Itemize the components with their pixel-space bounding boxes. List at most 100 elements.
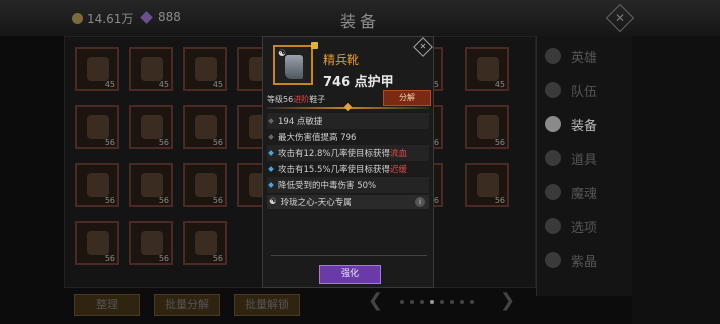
equipment-icon — [87, 231, 109, 255]
inventory-slot[interactable]: 56 — [183, 163, 227, 207]
decompose-button[interactable]: 分解 — [383, 90, 431, 106]
set-bonus-row: ☯ 玲珑之心-天心专属 i — [267, 195, 429, 209]
stat-effect: 流血 — [390, 149, 408, 159]
page-dot[interactable] — [450, 300, 454, 304]
equipment-icon — [87, 115, 109, 139]
batch-decompose-button[interactable]: 批量分解 — [154, 294, 220, 316]
popup-close-button[interactable]: ✕ — [413, 37, 433, 57]
bullet-icon — [268, 150, 274, 156]
stat-text: 194 点敏捷 — [278, 115, 322, 127]
page-dot[interactable] — [440, 300, 444, 304]
inventory-slot[interactable]: 56 — [129, 163, 173, 207]
batch-unlock-button[interactable]: 批量解锁 — [234, 294, 300, 316]
item-icon-frame: ☯ — [273, 45, 313, 85]
equipment-icon — [195, 115, 217, 139]
gear-icon — [545, 218, 561, 234]
items-icon — [545, 150, 561, 166]
equipment-icon — [141, 115, 163, 139]
inventory-slot[interactable]: 56 — [75, 221, 119, 265]
stat-effect: 迟缓 — [390, 165, 408, 175]
stat-main: 攻击有15.5%几率使目标获得 — [278, 165, 391, 175]
inventory-slot[interactable]: 45 — [465, 47, 509, 91]
strengthen-button[interactable]: 强化 — [319, 265, 381, 284]
slot-level: 56 — [494, 138, 505, 147]
bullet-icon — [268, 118, 274, 124]
stat-row: 攻击有12.8%几率使目标获得流血 — [267, 145, 429, 161]
right-edge-panel — [632, 36, 720, 324]
side-menu-item[interactable]: 紫晶 — [545, 246, 629, 274]
side-menu-label: 装备 — [571, 118, 598, 134]
gold-value: 14.61万 — [87, 12, 134, 26]
side-menu-item[interactable]: 道具 — [545, 144, 629, 172]
inventory-slot[interactable]: 56 — [129, 105, 173, 149]
equipment-icon — [477, 115, 499, 139]
inventory-slot[interactable]: 45 — [129, 47, 173, 91]
info-icon[interactable]: i — [415, 197, 425, 207]
side-menu-item[interactable]: 选项 — [545, 212, 629, 240]
equipment-icon — [141, 57, 163, 81]
slot-level: 56 — [104, 254, 115, 263]
side-menu-item[interactable]: 队伍 — [545, 76, 629, 104]
slot-level: 56 — [158, 138, 169, 147]
inventory-slot[interactable]: 56 — [183, 221, 227, 265]
stat-main: 降低受到的中毒伤害 50% — [278, 181, 377, 191]
slot-level: 56 — [212, 196, 223, 205]
stat-row: 攻击有15.5%几率使目标获得迟缓 — [267, 161, 429, 177]
page-dot[interactable] — [460, 300, 464, 304]
page-dot[interactable] — [420, 300, 424, 304]
inventory-slot[interactable]: 56 — [465, 163, 509, 207]
gem-icon — [140, 10, 153, 24]
page-dot[interactable] — [470, 300, 474, 304]
stat-row: 194 点敏捷 — [267, 113, 429, 129]
equipment-icon — [477, 173, 499, 197]
equipment-icon — [195, 231, 217, 255]
side-menu-item[interactable]: 魔魂 — [545, 178, 629, 206]
item-name: 精兵靴 — [323, 53, 360, 67]
inventory-slot[interactable]: 56 — [75, 105, 119, 149]
item-detail-popup: ☯ 精兵靴 746 点护甲 ✕ 等级56进阶鞋子 分解 194 点敏捷 最大伤害值… — [262, 36, 434, 288]
side-menu-label: 道具 — [571, 152, 598, 168]
page-dot[interactable] — [410, 300, 414, 304]
equipment-icon — [195, 173, 217, 197]
slot-level: 45 — [158, 80, 169, 89]
stat-text: 攻击有12.8%几率使目标获得流血 — [278, 147, 407, 159]
side-menu-item[interactable]: 英雄 — [545, 42, 629, 70]
yin-yang-icon: ☯ — [269, 197, 277, 207]
inventory-slot[interactable]: 56 — [465, 105, 509, 149]
bullet-icon — [268, 134, 274, 140]
crystal-icon — [545, 252, 561, 268]
stat-row: 最大伤害值提高 796 — [267, 129, 429, 145]
next-page-arrow[interactable]: ❯ — [500, 290, 515, 311]
side-menu-label: 英雄 — [571, 50, 598, 66]
page-dot[interactable] — [400, 300, 404, 304]
prev-page-arrow[interactable]: ❮ — [368, 290, 383, 311]
equipment-icon — [195, 57, 217, 81]
side-menu-label: 紫晶 — [571, 254, 598, 270]
slot-level: 56 — [104, 196, 115, 205]
equipment-icon — [87, 173, 109, 197]
slot-level: 56 — [494, 196, 505, 205]
sort-button[interactable]: 整理 — [74, 294, 140, 316]
stat-main: 攻击有12.8%几率使目标获得 — [278, 149, 391, 159]
stat-main: 最大伤害值提高 796 — [278, 133, 357, 143]
gold-currency: 14.61万 — [72, 10, 133, 27]
boots-icon — [285, 55, 303, 79]
inventory-slot[interactable]: 56 — [129, 221, 173, 265]
page-title: 装备 — [339, 12, 380, 31]
coin-icon — [72, 13, 83, 24]
inventory-slot[interactable]: 45 — [75, 47, 119, 91]
inventory-slot[interactable]: 45 — [183, 47, 227, 91]
bullet-icon — [268, 166, 274, 172]
page-dot-active[interactable] — [430, 300, 434, 304]
lock-icon[interactable] — [311, 42, 318, 49]
team-icon — [545, 82, 561, 98]
slot-level: 56 — [212, 138, 223, 147]
inventory-slot[interactable]: 56 — [183, 105, 227, 149]
side-menu-label: 队伍 — [571, 84, 598, 100]
set-name: 玲珑之心-天心专属 — [280, 198, 352, 208]
inventory-slot[interactable]: 56 — [75, 163, 119, 207]
side-menu-item[interactable]: 装备 — [545, 110, 629, 138]
stat-main: 194 点敏捷 — [278, 117, 323, 127]
slot-level: 56 — [104, 138, 115, 147]
item-type: 鞋子 — [309, 95, 326, 104]
